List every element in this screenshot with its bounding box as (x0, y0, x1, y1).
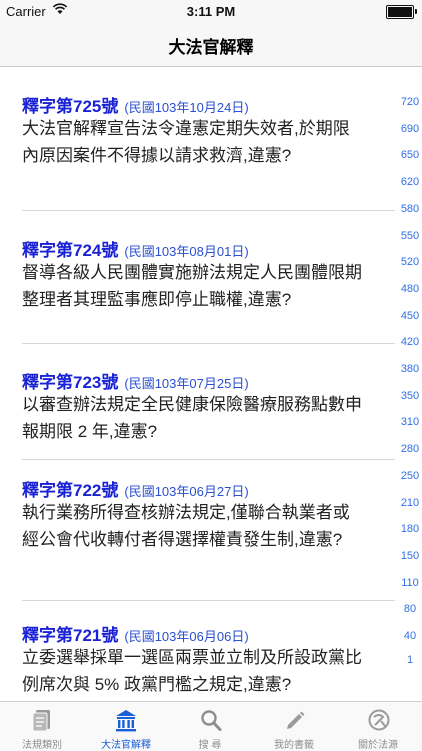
index-entry[interactable]: 150 (398, 550, 422, 562)
index-entry[interactable]: 1 (398, 654, 422, 666)
tab-label: 搜 尋 (198, 740, 222, 751)
list-item[interactable]: 釋字第722號 (民國103年06月27日) 執行業務所得查核辦法規定,僅聯合執業… (0, 460, 395, 601)
index-entry[interactable]: 480 (398, 283, 422, 295)
tab-label: 法規類別 (22, 740, 62, 751)
search-icon (201, 710, 222, 731)
interpretation-date: (民國103年06月27日) (124, 484, 249, 499)
index-entry[interactable]: 280 (398, 443, 422, 455)
index-entry[interactable]: 380 (398, 363, 422, 375)
list-item[interactable]: 釋字第721號 (民國103年06月06日) 立委選舉採單一選區兩票並立制及所設政… (0, 601, 395, 698)
tab-about[interactable]: 關於法源 (336, 702, 420, 751)
summary-line: 以審查辦法規定全民健康保險醫療服務點數申 (22, 395, 362, 414)
summary-line: 經公會代收轉付者得選擇權責發生制,違憲? (22, 530, 343, 549)
index-entry[interactable]: 620 (398, 176, 422, 188)
interpretation-date: (民國103年08月01日) (124, 244, 249, 259)
summary-line: 例席次與 5% 政黨門檻之規定,違憲? (22, 675, 292, 694)
index-entry[interactable]: 580 (398, 203, 422, 215)
summary-line: 報期限 2 年,違憲? (22, 422, 158, 441)
tab-label: 關於法源 (358, 740, 398, 751)
interpretation-list[interactable]: 釋字第725號 (民國103年10月24日) 大法官解釋宣告法令違憲定期失效者,於… (0, 67, 395, 698)
summary-line: 整理者其理監事應即停止職權,違憲? (22, 290, 292, 309)
index-entry[interactable]: 250 (398, 470, 422, 482)
index-entry[interactable]: 80 (398, 603, 422, 615)
document-icon (32, 710, 50, 732)
index-entry[interactable]: 40 (398, 630, 422, 642)
list-item[interactable]: 釋字第724號 (民國103年08月01日) 督導各級人民團體實施辦法規定人民團體… (0, 211, 395, 344)
tab-bookmarks[interactable]: 我的書籤 (252, 702, 336, 751)
index-entry[interactable]: 180 (398, 523, 422, 535)
interpretation-number: 釋字第721號 (22, 626, 119, 645)
courthouse-icon (116, 710, 136, 732)
section-index-bar[interactable]: 720 690 650 620 580 550 520 480 450 420 … (398, 96, 422, 668)
index-entry[interactable]: 550 (398, 230, 422, 242)
tab-search[interactable]: 搜 尋 (168, 702, 252, 751)
summary-line: 執行業務所得查核辦法規定,僅聯合執業者或 (22, 503, 350, 522)
tab-regulation-categories[interactable]: 法規類別 (0, 702, 84, 751)
logo-icon (368, 709, 390, 731)
tab-bar: 法規類別 大法官解釋 搜 尋 我的書籤 關於法源 (0, 701, 422, 751)
index-entry[interactable]: 450 (398, 310, 422, 322)
tab-justice-interpretations[interactable]: 大法官解釋 (84, 702, 168, 751)
index-entry[interactable]: 310 (398, 416, 422, 428)
index-entry[interactable]: 720 (398, 96, 422, 108)
index-entry[interactable]: 350 (398, 390, 422, 402)
summary-line: 內原因案件不得據以請求救濟,違憲? (22, 146, 292, 165)
tab-label: 我的書籤 (274, 740, 314, 751)
index-entry[interactable]: 650 (398, 149, 422, 161)
interpretation-date: (民國103年06月06日) (124, 629, 249, 644)
interpretation-number: 釋字第722號 (22, 481, 119, 500)
status-bar: Carrier 3:11 PM (0, 0, 422, 22)
summary-line: 立委選舉採單一選區兩票並立制及所設政黨比 (22, 648, 362, 667)
interpretation-date: (民國103年07月25日) (124, 376, 249, 391)
battery-icon (386, 5, 417, 19)
index-entry[interactable]: 690 (398, 123, 422, 135)
summary-line: 督導各級人民團體實施辦法規定人民團體限期 (22, 263, 362, 282)
status-time: 3:11 PM (186, 4, 236, 19)
index-entry[interactable]: 110 (398, 577, 422, 589)
tab-label: 大法官解釋 (101, 740, 151, 751)
index-entry[interactable]: 210 (398, 497, 422, 509)
interpretation-date: (民國103年10月24日) (124, 100, 249, 115)
page-title: 大法官解釋 (168, 38, 254, 57)
summary-line: 大法官解釋宣告法令違憲定期失效者,於期限 (22, 119, 350, 138)
navigation-bar: 大法官解釋 (0, 22, 422, 67)
interpretation-number: 釋字第725號 (22, 97, 119, 116)
interpretation-number: 釋字第724號 (22, 241, 119, 260)
list-item[interactable]: 釋字第723號 (民國103年07月25日) 以審查辦法規定全民健康保險醫療服務點… (0, 344, 395, 460)
index-entry[interactable]: 420 (398, 336, 422, 348)
list-item[interactable]: 釋字第725號 (民國103年10月24日) 大法官解釋宣告法令違憲定期失效者,於… (0, 67, 395, 211)
interpretation-number: 釋字第723號 (22, 373, 119, 392)
pencil-icon (287, 711, 305, 729)
index-entry[interactable]: 520 (398, 256, 422, 268)
